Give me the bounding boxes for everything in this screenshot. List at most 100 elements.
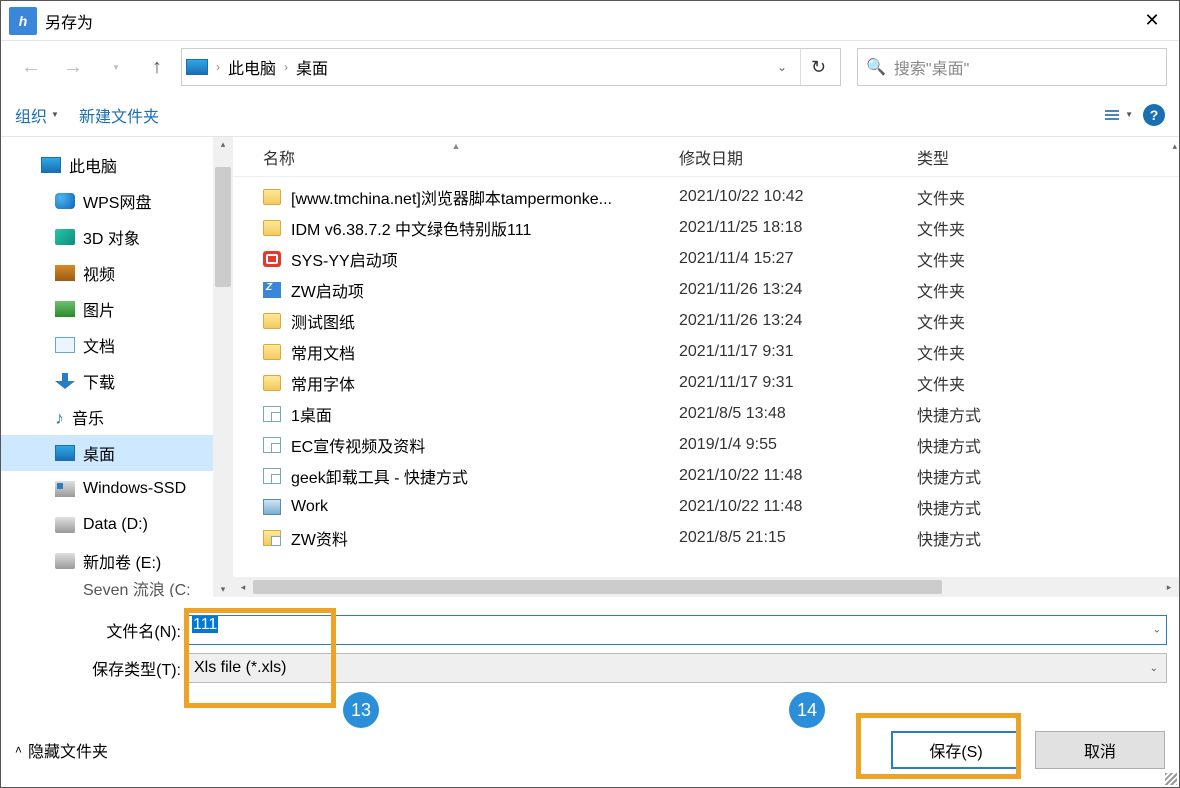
filetype-select[interactable]: Xls file (*.xls)⌄ (185, 653, 1167, 683)
col-name[interactable]: ▲名称 (233, 145, 679, 169)
new-folder-button[interactable]: 新建文件夹 (79, 103, 159, 127)
resize-grip[interactable] (1165, 773, 1177, 785)
tree-node-label: 此电脑 (69, 153, 117, 177)
file-row[interactable]: 常用文档2021/11/17 9:31文件夹 (233, 336, 1179, 367)
file-icon (263, 344, 281, 360)
cancel-button[interactable]: 取消 (1035, 731, 1165, 769)
file-type: 快捷方式 (917, 495, 1179, 519)
file-date: 2021/11/17 9:31 (679, 374, 917, 392)
scroll-up-icon[interactable]: ▴ (213, 139, 233, 150)
nav-tree[interactable]: ▴ ▾ 此电脑 WPS网盘 3D 对象视频图片文档下载 ♪音乐桌面Windows-SS… (1, 137, 233, 597)
file-date: 2021/11/26 13:24 (679, 281, 917, 299)
file-name: 常用文档 (291, 340, 355, 364)
file-type: 快捷方式 (917, 526, 1179, 550)
file-type: 文件夹 (917, 278, 1179, 302)
search-icon: 🔍 (866, 57, 886, 77)
file-name: Work (291, 498, 328, 516)
file-type: 快捷方式 (917, 464, 1179, 488)
h-scroll-handle[interactable] (253, 580, 942, 594)
file-row[interactable]: 测试图纸2021/11/26 13:24文件夹 (233, 305, 1179, 336)
tree-node[interactable]: 视频 (1, 255, 233, 291)
tree-node[interactable]: 此电脑 (1, 147, 233, 183)
tree-node-label: Seven 流浪 (C: (83, 579, 191, 597)
tree-node-label: 下载 (83, 369, 115, 393)
tree-node-label: 图片 (83, 297, 115, 321)
refresh-button[interactable]: ↻ (800, 49, 836, 85)
file-type: 文件夹 (917, 247, 1179, 271)
tree-node[interactable]: 新加卷 (E:) (1, 543, 233, 579)
file-row[interactable]: ZW启动项2021/11/26 13:24文件夹 (233, 274, 1179, 305)
vid-icon (55, 265, 75, 281)
file-type: 文件夹 (917, 371, 1179, 395)
col-type[interactable]: 类型 (917, 145, 1179, 169)
tree-node[interactable]: Data (D:) (1, 507, 233, 543)
tree-scrollbar[interactable]: ▴ ▾ (213, 137, 233, 597)
organize-button[interactable]: 组织▼ (15, 103, 59, 127)
breadcrumb-sep-icon: › (212, 60, 224, 74)
search-input[interactable]: 🔍 搜索"桌面" (857, 48, 1167, 86)
tree-node[interactable]: 文档 (1, 327, 233, 363)
address-history-dd[interactable]: ⌄ (768, 60, 796, 74)
file-icon (263, 189, 281, 205)
filetype-label: 保存类型(T): (13, 656, 185, 680)
nav-back: ← (13, 49, 49, 85)
img-icon (55, 301, 75, 317)
help-button[interactable]: ? (1143, 104, 1165, 126)
list-scroll-up-icon[interactable]: ▴ (1172, 141, 1177, 152)
filename-input[interactable]: 111 (185, 615, 1167, 645)
caret-up-icon: ˄ (15, 743, 22, 757)
hide-folders-toggle[interactable]: ˄隐藏文件夹 (15, 738, 108, 762)
file-date: 2021/8/5 13:48 (679, 405, 917, 423)
tree-node-label: 文档 (83, 333, 115, 357)
file-row[interactable]: geek卸载工具 - 快捷方式2021/10/22 11:48快捷方式 (233, 460, 1179, 491)
file-row[interactable]: [www.tmchina.net]浏览器脚本tampermonke...2021… (233, 181, 1179, 212)
nav-up[interactable]: ↑ (139, 49, 175, 85)
file-date: 2021/11/25 18:18 (679, 219, 917, 237)
file-name: SYS-YY启动项 (291, 247, 398, 271)
nav-recent[interactable]: ▼ (97, 49, 133, 85)
col-modified[interactable]: 修改日期 (679, 145, 917, 169)
file-date: 2021/10/22 11:48 (679, 498, 917, 516)
scroll-down-icon[interactable]: ▾ (213, 584, 233, 595)
tree-node-label: Data (D:) (83, 516, 148, 534)
address-bar[interactable]: › 此电脑 › 桌面 ⌄ ↻ (181, 48, 841, 86)
tree-node-label: 3D 对象 (83, 225, 140, 249)
file-icon (263, 530, 281, 546)
scroll-left-icon[interactable]: ◂ (233, 582, 253, 593)
file-list: ▲名称 修改日期 类型 ▴ [www.tmchina.net]浏览器脚本tamp… (233, 137, 1179, 597)
file-name: ZW资料 (291, 526, 348, 550)
tree-node[interactable]: 下载 (1, 363, 233, 399)
close-button[interactable]: ✕ (1129, 1, 1175, 41)
file-type: 文件夹 (917, 340, 1179, 364)
tree-node-label: 视频 (83, 261, 115, 285)
tree-node[interactable]: Windows-SSD (1, 471, 233, 507)
tree-node[interactable]: 图片 (1, 291, 233, 327)
tree-scroll-handle[interactable] (215, 167, 231, 287)
file-row[interactable]: 常用字体2021/11/17 9:31文件夹 (233, 367, 1179, 398)
tree-node[interactable]: WPS网盘 (1, 183, 233, 219)
save-button[interactable]: 保存(S) (891, 731, 1021, 769)
tree-node[interactable]: Seven 流浪 (C: (1, 579, 233, 597)
view-mode-button[interactable]: ▼ (1105, 110, 1133, 120)
tree-node[interactable]: 3D 对象 (1, 219, 233, 255)
pc-icon (41, 157, 61, 173)
file-icon (263, 251, 281, 267)
file-row[interactable]: 1桌面2021/8/5 13:48快捷方式 (233, 398, 1179, 429)
file-row[interactable]: EC宣传视频及资料2019/1/4 9:55快捷方式 (233, 429, 1179, 460)
filename-history-dd[interactable]: ⌄ (1153, 625, 1161, 636)
win-icon (55, 481, 75, 497)
file-row[interactable]: SYS-YY启动项2021/11/4 15:27文件夹 (233, 243, 1179, 274)
file-type: 快捷方式 (917, 402, 1179, 426)
breadcrumb-current[interactable]: 桌面 (296, 55, 328, 79)
tree-node[interactable]: 桌面 (1, 435, 233, 471)
tree-node[interactable]: ♪音乐 (1, 399, 233, 435)
file-icon (263, 499, 281, 515)
tree-node-label: 新加卷 (E:) (83, 549, 161, 573)
file-row[interactable]: IDM v6.38.7.2 中文绿色特别版1112021/11/25 18:18… (233, 212, 1179, 243)
file-type: 文件夹 (917, 309, 1179, 333)
file-row[interactable]: Work 2021/10/22 11:48快捷方式 (233, 491, 1179, 522)
scroll-right-icon[interactable]: ▸ (1159, 582, 1179, 593)
h-scrollbar[interactable]: ◂ ▸ (233, 577, 1179, 597)
breadcrumb-root[interactable]: 此电脑 (228, 55, 276, 79)
file-row[interactable]: ZW资料2021/8/5 21:15快捷方式 (233, 522, 1179, 553)
